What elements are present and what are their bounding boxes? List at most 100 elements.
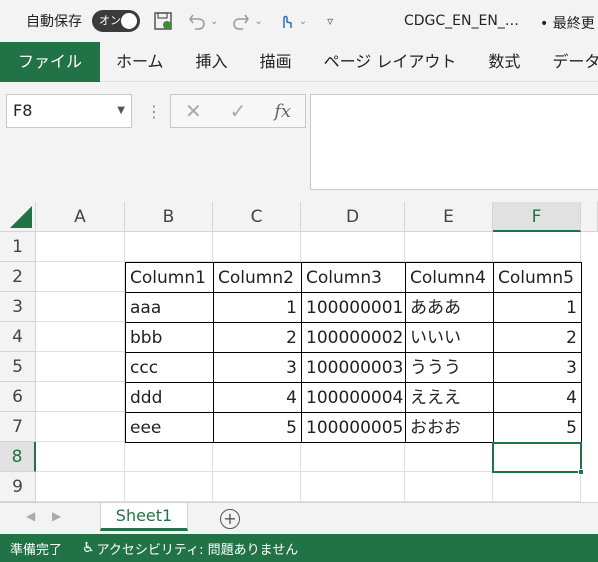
- sheet-tab-sheet1[interactable]: Sheet1: [100, 503, 188, 531]
- table-cell[interactable]: 100000003: [301, 352, 406, 383]
- table-cell[interactable]: 100000005: [301, 412, 406, 443]
- cell-f9[interactable]: [493, 472, 581, 502]
- table-cell[interactable]: 5: [493, 412, 582, 443]
- row-header-9[interactable]: 9: [0, 472, 36, 502]
- cell-c9[interactable]: [213, 472, 301, 502]
- table-cell[interactable]: 100000004: [301, 382, 406, 413]
- table-cell[interactable]: 100000001: [301, 292, 406, 323]
- table-cell[interactable]: 100000002: [301, 322, 406, 353]
- table-header-cell[interactable]: Column5: [493, 262, 582, 293]
- cancel-icon[interactable]: ✕: [171, 99, 216, 123]
- cell-a2[interactable]: [36, 262, 125, 292]
- tab-draw[interactable]: 描画: [244, 42, 308, 82]
- cell-a3[interactable]: [36, 292, 125, 322]
- add-sheet-icon[interactable]: +: [220, 509, 240, 529]
- active-cell-f8[interactable]: [492, 442, 582, 473]
- row-header-2[interactable]: 2: [0, 262, 36, 292]
- cell-c1[interactable]: [213, 232, 301, 262]
- row-header-1[interactable]: 1: [0, 232, 36, 262]
- cell-d1[interactable]: [301, 232, 405, 262]
- column-header-d[interactable]: D: [301, 202, 405, 232]
- touch-mode-icon[interactable]: [275, 10, 297, 32]
- insert-function-icon[interactable]: fx: [260, 101, 305, 122]
- cell-e8[interactable]: [405, 442, 493, 472]
- cell-a5[interactable]: [36, 352, 125, 382]
- column-header-f[interactable]: F: [493, 202, 581, 232]
- tab-page-layout[interactable]: ページ レイアウト: [308, 42, 473, 82]
- cell-a7[interactable]: [36, 412, 125, 442]
- tab-home[interactable]: ホーム: [100, 42, 180, 82]
- sheet-prev-icon[interactable]: ◀: [26, 509, 35, 523]
- cell-e9[interactable]: [405, 472, 493, 502]
- fill-handle[interactable]: [578, 469, 584, 475]
- table-cell[interactable]: bbb: [125, 322, 214, 353]
- column-header-e[interactable]: E: [405, 202, 493, 232]
- customize-toolbar-icon[interactable]: ▿: [319, 10, 341, 32]
- table-cell[interactable]: いいい: [405, 322, 494, 353]
- undo-dropdown-icon[interactable]: ⌄: [210, 16, 218, 27]
- tab-insert[interactable]: 挿入: [180, 42, 244, 82]
- cell-a8[interactable]: [36, 442, 125, 472]
- cell-f1[interactable]: [493, 232, 581, 262]
- table-cell[interactable]: あああ: [405, 292, 494, 323]
- row-header-6[interactable]: 6: [0, 382, 36, 412]
- table-cell[interactable]: 1: [213, 292, 302, 323]
- row-header-5[interactable]: 5: [0, 352, 36, 382]
- cell-d9[interactable]: [301, 472, 405, 502]
- accessibility-status[interactable]: アクセシビリティ: 問題ありません: [97, 539, 299, 558]
- row-header-8[interactable]: 8: [0, 442, 36, 472]
- cell-a1[interactable]: [36, 232, 125, 262]
- table-cell[interactable]: ddd: [125, 382, 214, 413]
- cell-b8[interactable]: [125, 442, 213, 472]
- table-cell[interactable]: おおお: [405, 412, 494, 443]
- cell-a9[interactable]: [36, 472, 125, 502]
- column-header-g[interactable]: [581, 202, 598, 232]
- cell-a4[interactable]: [36, 322, 125, 352]
- table-cell[interactable]: えええ: [405, 382, 494, 413]
- table-cell[interactable]: aaa: [125, 292, 214, 323]
- table-header-cell[interactable]: Column2: [213, 262, 302, 293]
- formula-input[interactable]: [310, 94, 598, 190]
- table-header-cell[interactable]: Column1: [125, 262, 214, 293]
- table-cell[interactable]: 4: [493, 382, 582, 413]
- sheet-next-icon[interactable]: ▶: [52, 509, 61, 523]
- chevron-down-icon[interactable]: ▼: [117, 95, 125, 127]
- row-header-3[interactable]: 3: [0, 292, 36, 322]
- row-header-4[interactable]: 4: [0, 322, 36, 352]
- touch-dropdown-icon[interactable]: ⌄: [299, 16, 307, 27]
- accessibility-icon[interactable]: ♿: [82, 540, 95, 556]
- table-cell[interactable]: 2: [213, 322, 302, 353]
- column-header-b[interactable]: B: [125, 202, 213, 232]
- cell-c8[interactable]: [213, 442, 301, 472]
- select-all-button[interactable]: [0, 202, 36, 232]
- table-cell[interactable]: 3: [213, 352, 302, 383]
- table-cell[interactable]: 2: [493, 322, 582, 353]
- cell-b1[interactable]: [125, 232, 213, 262]
- name-box[interactable]: F8 ▼: [6, 94, 132, 128]
- table-cell[interactable]: ccc: [125, 352, 214, 383]
- redo-dropdown-icon[interactable]: ⌄: [254, 16, 262, 27]
- cell-d8[interactable]: [301, 442, 405, 472]
- table-cell[interactable]: 3: [493, 352, 582, 383]
- column-header-a[interactable]: A: [36, 202, 125, 232]
- table-cell[interactable]: ううう: [405, 352, 494, 383]
- table-cell[interactable]: 5: [213, 412, 302, 443]
- table-header-cell[interactable]: Column3: [301, 262, 406, 293]
- more-options-icon[interactable]: ⋮: [146, 102, 162, 121]
- redo-icon[interactable]: [230, 10, 252, 32]
- table-cell[interactable]: 4: [213, 382, 302, 413]
- table-cell[interactable]: eee: [125, 412, 214, 443]
- tab-file[interactable]: ファイル: [0, 41, 101, 82]
- tab-formulas[interactable]: 数式: [472, 42, 536, 82]
- row-header-7[interactable]: 7: [0, 412, 36, 442]
- table-cell[interactable]: 1: [493, 292, 582, 323]
- column-header-c[interactable]: C: [213, 202, 301, 232]
- table-header-cell[interactable]: Column4: [405, 262, 494, 293]
- cell-e1[interactable]: [405, 232, 493, 262]
- cell-a6[interactable]: [36, 382, 125, 412]
- confirm-icon[interactable]: ✓: [216, 99, 261, 123]
- autosave-toggle[interactable]: オン: [92, 10, 140, 32]
- tab-data[interactable]: データ: [536, 42, 598, 82]
- undo-icon[interactable]: [186, 10, 208, 32]
- save-icon[interactable]: [152, 10, 174, 32]
